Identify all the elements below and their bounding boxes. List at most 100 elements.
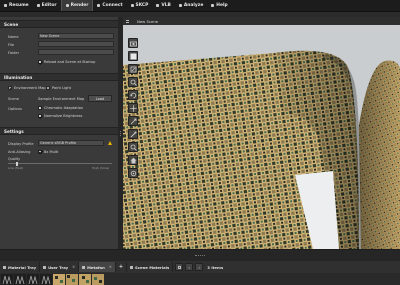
nav-help[interactable]: Help <box>207 0 231 12</box>
scene-folder-label: Folder <box>8 50 20 55</box>
pan-icon <box>130 118 136 124</box>
analyze-icon <box>178 4 182 7</box>
nav-resume[interactable]: Resume <box>0 0 33 12</box>
illumination-scene-row: Scene Sample Environment Map Load <box>0 95 118 102</box>
scene-name-label: Name <box>8 34 19 39</box>
arrow-right-button[interactable]: › <box>195 263 204 271</box>
material-swatch[interactable] <box>79 274 91 285</box>
checkbox-icon <box>38 106 42 110</box>
viewport-title: New Scene <box>137 18 159 24</box>
camera-button[interactable] <box>128 38 138 48</box>
scene-folder-row: Folder <box>0 49 118 56</box>
material-swatch[interactable] <box>53 274 65 285</box>
frame-button[interactable] <box>128 64 138 74</box>
bottom-splitter[interactable] <box>0 249 400 261</box>
load-button[interactable]: Load <box>88 95 112 102</box>
quality-slider-handle[interactable] <box>16 161 19 166</box>
tray-icon <box>82 265 86 269</box>
light-icon <box>130 131 136 137</box>
material-swatch[interactable] <box>92 274 104 285</box>
render-viewport[interactable] <box>123 25 400 249</box>
material-thumbnail <box>53 274 65 285</box>
nav-connect[interactable]: Connect <box>93 0 126 12</box>
close-icon[interactable]: ✕ <box>72 265 75 269</box>
material-swatch[interactable] <box>27 274 39 285</box>
scene-section-header[interactable]: Scene <box>0 20 118 28</box>
tab-material-tray[interactable]: Material Tray <box>0 262 41 272</box>
nav-render[interactable]: Render <box>60 0 94 11</box>
tab-metafan[interactable]: Metafan ✕ <box>79 262 116 272</box>
splitter-grip-icon <box>119 131 122 136</box>
close-icon[interactable]: ✕ <box>109 265 112 269</box>
anti-aliasing-checkbox[interactable]: 8x Multi <box>38 149 58 154</box>
scene-file-label: File <box>8 42 15 47</box>
reset-icon <box>130 170 136 176</box>
home-button[interactable] <box>128 155 138 165</box>
display-profile-select[interactable]: Generic sRGB Profile <box>38 140 104 146</box>
view-grid-button[interactable] <box>175 263 184 271</box>
connect-icon <box>97 4 101 7</box>
light-button[interactable] <box>128 129 138 139</box>
material-thumbnail <box>28 275 38 285</box>
skcp-icon <box>130 4 134 7</box>
resume-icon <box>4 4 7 7</box>
chromatic-adaptation-checkbox[interactable]: Chromatic Adaptation <box>38 106 83 110</box>
checkbox-icon <box>38 149 42 154</box>
material-swatch[interactable] <box>1 274 13 285</box>
quality-slider[interactable] <box>8 163 112 164</box>
material-thumbnail <box>92 274 104 285</box>
vlb-icon <box>156 4 160 7</box>
move-icon <box>129 104 137 112</box>
material-thumbnail <box>15 275 25 285</box>
material-swatch[interactable] <box>40 274 52 285</box>
settings-section-header[interactable]: Settings <box>0 127 118 135</box>
camera-icon <box>129 41 137 46</box>
scene-name-row: Name New Scene <box>0 33 118 40</box>
frame-icon <box>130 66 136 72</box>
search-button[interactable] <box>128 142 138 152</box>
zoom-button[interactable] <box>128 77 138 87</box>
nav-editor[interactable]: Editor <box>33 0 61 12</box>
render-icon <box>65 4 69 7</box>
scene-name-input[interactable]: New Scene <box>38 33 114 39</box>
scene-file-row: File <box>0 41 118 48</box>
move-button[interactable] <box>128 103 138 113</box>
home-icon <box>130 157 136 163</box>
warning-icon <box>108 141 112 145</box>
material-thumbnail <box>2 275 12 285</box>
editor-icon <box>36 4 40 7</box>
tray-tabs-bar: Material Tray User Tray ✕ Metafan ✕ + Scen… <box>0 261 400 273</box>
checkbox-icon <box>38 60 42 64</box>
viewport-toolbar <box>128 38 139 178</box>
material-swatch[interactable] <box>14 274 26 285</box>
scene-file-input[interactable] <box>38 41 114 47</box>
arrow-left-button[interactable]: ‹ <box>185 263 194 271</box>
pan-button[interactable] <box>128 116 138 126</box>
menu-icon[interactable] <box>126 19 129 23</box>
display-profile-row: Display Profile Generic sRGB Profile <box>0 140 118 147</box>
box-button[interactable] <box>128 51 138 61</box>
environment-map-name: Sample Environment Map <box>38 96 85 101</box>
tab-scene-materials[interactable]: Scene Materials <box>127 262 174 272</box>
nav-analyze[interactable]: Analyze <box>175 0 207 12</box>
radio-icon <box>46 86 50 90</box>
tray-icon <box>43 265 47 269</box>
scene-folder-input[interactable] <box>38 49 114 55</box>
plus-icon: + <box>118 264 124 270</box>
tab-user-tray[interactable]: User Tray ✕ <box>40 262 80 272</box>
top-navigation: Resume Editor Render Connect SKCP VLB An… <box>0 0 400 12</box>
normalize-brightness-checkbox[interactable]: Normalize Brightness <box>38 114 82 118</box>
environment-map-radio[interactable]: Environment Map <box>8 86 46 90</box>
rotate-button[interactable] <box>128 90 138 100</box>
point-light-radio[interactable]: Point Light <box>46 86 71 90</box>
checkbox-icon <box>38 114 42 118</box>
add-tab-button[interactable]: + <box>116 262 128 272</box>
grid-icon <box>177 265 181 269</box>
illumination-section-header[interactable]: Illumination <box>0 73 118 81</box>
reload-at-startup-checkbox[interactable]: Reload and Scene at Startup <box>38 60 95 64</box>
reset-button[interactable] <box>128 168 138 178</box>
nav-vlb[interactable]: VLB <box>152 0 175 12</box>
material-swatch[interactable] <box>66 274 78 285</box>
quality-high-label: High (Slow) <box>92 166 110 170</box>
nav-skcp[interactable]: SKCP <box>127 0 153 12</box>
